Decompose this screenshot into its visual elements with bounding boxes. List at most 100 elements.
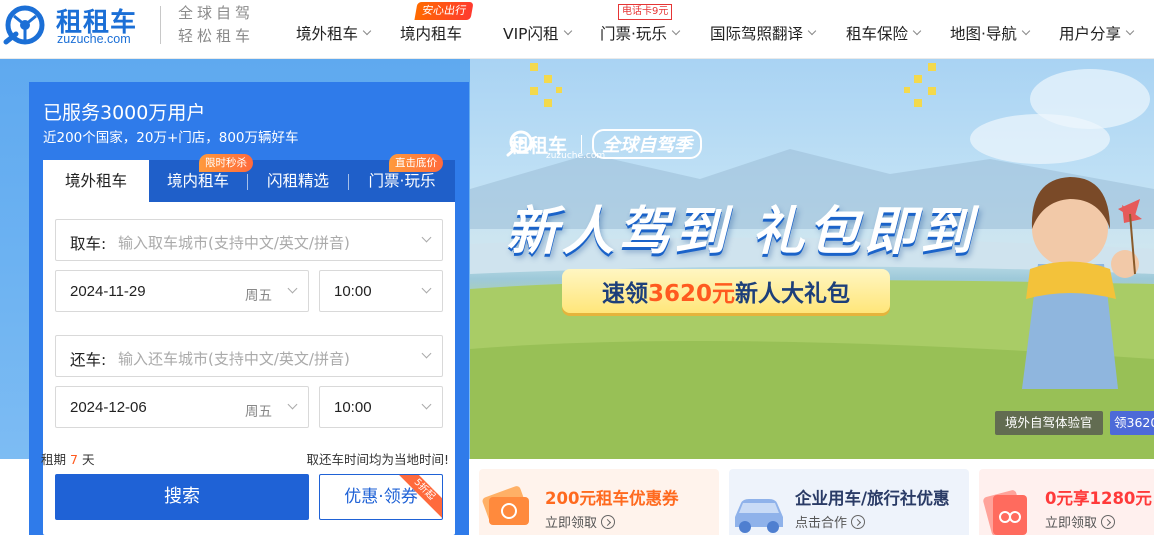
nav-label: 境外租车: [296, 25, 359, 43]
promo-title: 企业用车/旅行社优惠: [795, 489, 950, 508]
arrow-circle-icon: [1101, 514, 1116, 529]
site-logo[interactable]: 租租车 zuzuche.com: [0, 2, 150, 46]
return-label: 还车:: [70, 351, 107, 369]
pickup-label: 取车:: [70, 235, 107, 253]
chevron-down-icon: [287, 283, 298, 294]
pickup-time-select[interactable]: 10:00: [319, 270, 443, 312]
coupon-button-label: 优惠·领券: [344, 487, 418, 507]
pickup-time-value: 10:00: [334, 283, 372, 300]
return-city-placeholder: 输入还车城市(支持中文/英文/拼音): [118, 350, 350, 368]
slogan-line-1: 全球自驾: [178, 4, 255, 22]
promo-action: 立即领取: [545, 512, 616, 531]
nav-label: 国际驾照翻译: [710, 25, 804, 43]
chevron-down-icon: [362, 26, 372, 36]
chevron-down-icon: [1021, 26, 1031, 36]
banner-logo-wheel-icon: [506, 130, 533, 157]
pill-prefix: 速领: [601, 281, 648, 307]
nav-domestic-rental[interactable]: 境内租车: [400, 22, 462, 44]
panel-subline: 近200个国家，20万+门店，800万辆好车: [43, 130, 299, 146]
pickup-city-field[interactable]: 取车: 输入取车城市(支持中文/英文/拼音): [55, 219, 443, 261]
tab-flash-picks[interactable]: 闪租精选: [248, 160, 348, 202]
search-panel: 已服务3000万用户 近200个国家，20万+门店，800万辆好车 境外租车 境…: [29, 82, 469, 535]
local-time-note: 取还车时间均为当地时间!: [306, 452, 449, 467]
banner-dots-decoration-right: [904, 63, 936, 107]
nav-label: 地图·导航: [950, 25, 1017, 43]
banner-logo: 租租车 zuzuche.com 全球自驾季: [504, 129, 703, 161]
promo-title: 200元租车优惠券: [545, 489, 679, 508]
promo-action-label: 点击合作: [795, 516, 848, 531]
chevron-down-icon: [807, 26, 817, 36]
chevron-down-icon: [912, 26, 922, 36]
banner-headline: 新人驾到 礼包即到: [506, 202, 977, 262]
nav-tickets-fun[interactable]: 门票·玩乐: [600, 22, 681, 44]
logo-wheel-icon: [3, 5, 45, 45]
panel-headline: 已服务3000万用户: [43, 102, 206, 124]
promo-card-enterprise[interactable]: 企业用车/旅行社优惠 点击合作: [729, 469, 969, 535]
nav-badge-safe-travel: 安心出行: [414, 2, 474, 20]
search-button[interactable]: 搜索: [55, 474, 309, 520]
gift-card-icon: [983, 490, 1027, 535]
banner-gift-pill: 速领 3620元 新人大礼包: [562, 269, 890, 313]
top-header: 租租车 zuzuche.com 全球自驾 轻松租车 境外租车 安心出行 境内租车…: [0, 0, 1154, 59]
coupon-button[interactable]: 优惠·领券 5折起: [319, 474, 443, 520]
promo-action-label: 立即领取: [545, 516, 598, 531]
return-date-value: 2024-12-06: [70, 399, 147, 416]
nav-label: 用户分享: [1059, 25, 1122, 43]
nav-label: 租车保险: [846, 25, 909, 43]
nav-vip-rental[interactable]: VIP闪租: [503, 22, 572, 44]
rental-duration-suffix: 天: [81, 452, 95, 467]
chevron-down-icon: [421, 399, 432, 410]
logo-text-en: zuzuche.com: [57, 32, 131, 46]
tab-badge-lowest-price: 直击底价: [389, 154, 443, 172]
nav-badge-sim-card: 电话卡9元: [618, 4, 673, 20]
search-tabs: 境外租车 境内租车 闪租精选 门票·玩乐 限时秒杀 直击底价: [43, 154, 455, 202]
promo-action-label: 立即领取: [1045, 516, 1098, 531]
banner-chip-experience-officer[interactable]: 境外自驾体验官: [995, 411, 1103, 435]
chevron-down-icon: [421, 283, 432, 294]
logo-divider: [160, 6, 161, 44]
chevron-down-icon: [671, 26, 681, 36]
coupon-ticket-icon: [482, 486, 529, 525]
slogan-line-2: 轻松租车: [178, 27, 255, 45]
chevron-down-icon: [421, 232, 432, 243]
pill-amount: 3620元: [647, 281, 735, 307]
car-icon: [735, 499, 783, 533]
return-city-field[interactable]: 还车: 输入还车城市(支持中文/英文/拼音): [55, 335, 443, 377]
banner-dots-decoration-left: [530, 63, 562, 107]
promo-card-rental-coupon[interactable]: 200元租车优惠券 立即领取: [479, 469, 719, 535]
tab-badge-flash-sale: 限时秒杀: [199, 154, 253, 172]
pickup-weekday: 周五: [245, 288, 272, 304]
nav-map-navigation[interactable]: 地图·导航: [950, 22, 1031, 44]
nav-label: VIP闪租: [503, 25, 559, 43]
banner-logo-en: zuzuche.com: [546, 151, 606, 161]
pill-suffix: 新人大礼包: [735, 281, 850, 307]
promo-title: 0元享1280元: [1045, 489, 1152, 508]
pickup-city-placeholder: 输入取车城市(支持中文/英文/拼音): [118, 234, 350, 252]
nav-user-share[interactable]: 用户分享: [1059, 22, 1135, 44]
nav-license-translation[interactable]: 国际驾照翻译: [710, 22, 817, 44]
chevron-down-icon: [563, 26, 572, 36]
nav-rental-insurance[interactable]: 租车保险: [846, 22, 922, 44]
rental-duration: 租期 7 天: [41, 449, 94, 468]
nav-label: 门票·玩乐: [600, 25, 667, 43]
promo-banner[interactable]: 租租车 zuzuche.com 全球自驾季 新人驾到 礼包即到 速领 3620元新…: [470, 59, 1154, 459]
banner-chip-claim[interactable]: 领3620: [1110, 411, 1154, 435]
chevron-down-icon: [1125, 26, 1135, 36]
promo-action: 点击合作: [795, 512, 866, 531]
return-time-value: 10:00: [334, 399, 372, 416]
promo-card-free-gift[interactable]: 0元享1280元 立即领取: [979, 469, 1154, 535]
promo-action: 立即领取: [1045, 512, 1116, 531]
nav-label: 境内租车: [400, 25, 463, 43]
nav-overseas-rental[interactable]: 境外租车: [296, 22, 372, 44]
return-weekday: 周五: [245, 404, 272, 420]
rental-duration-days: 7: [70, 452, 78, 467]
pickup-date-field[interactable]: 2024-11-29 周五: [55, 270, 309, 312]
chevron-down-icon: [421, 348, 432, 359]
arrow-circle-icon: [851, 514, 866, 529]
banner-season-tag: 全球自驾季: [592, 129, 703, 159]
tab-overseas-rental[interactable]: 境外租车: [43, 160, 149, 202]
arrow-circle-icon: [601, 514, 616, 529]
return-date-field[interactable]: 2024-12-06 周五: [55, 386, 309, 428]
return-time-select[interactable]: 10:00: [319, 386, 443, 428]
chevron-down-icon: [287, 399, 298, 410]
